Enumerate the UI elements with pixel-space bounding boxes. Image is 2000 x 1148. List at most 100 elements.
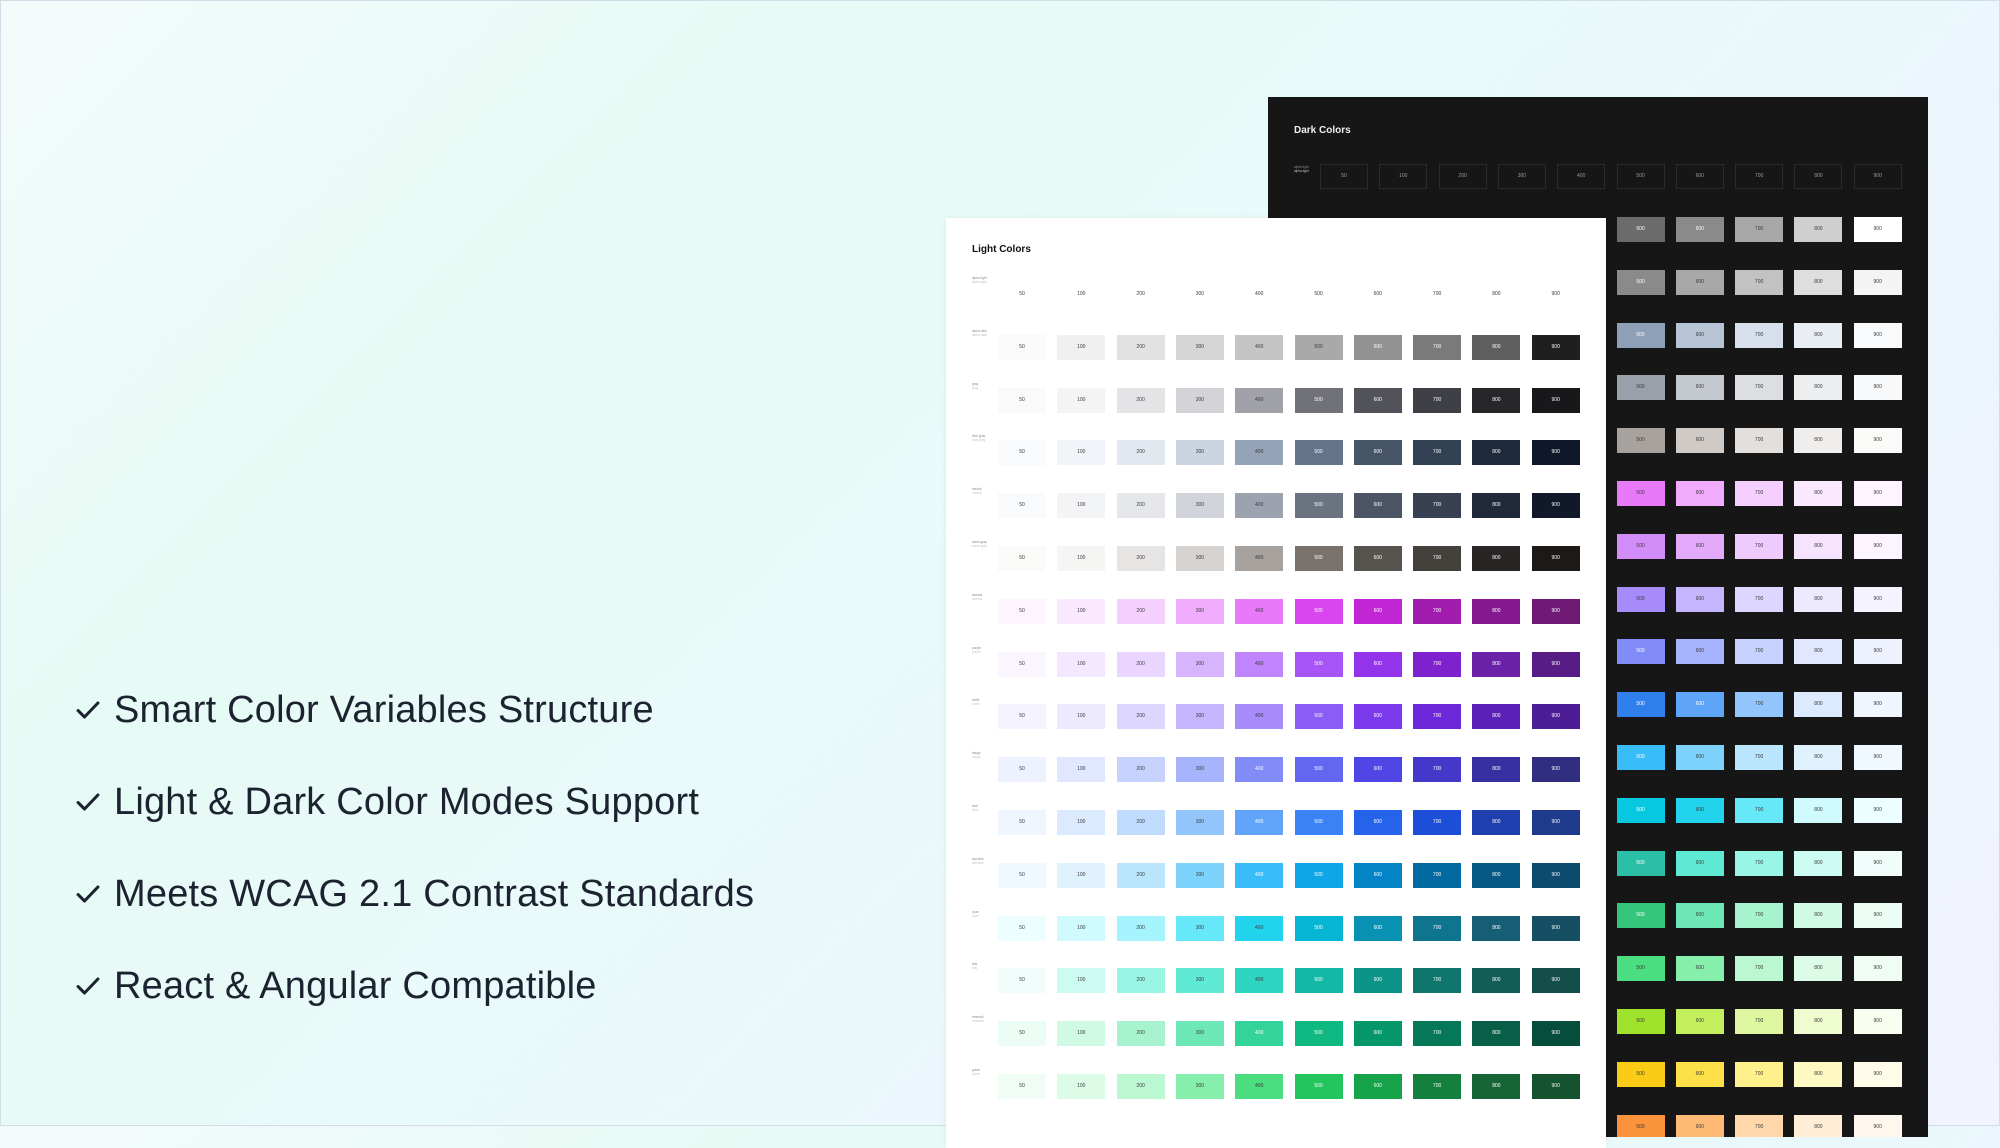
light-color-swatch: 800 — [1472, 282, 1521, 307]
light-color-swatch: 400 — [1235, 387, 1284, 413]
light-color-swatch: 50 — [998, 704, 1046, 730]
dark-color-swatch: 900 — [1853, 533, 1902, 559]
dark-color-swatch: 900 — [1853, 745, 1902, 770]
dark-color-swatch: 800 — [1794, 1009, 1843, 1034]
dark-alpha-swatch: 200 — [1438, 164, 1487, 189]
light-color-swatch: 100 — [1057, 387, 1106, 413]
checkmark-icon — [76, 793, 100, 811]
row-label: blue blue — [972, 804, 978, 812]
light-color-swatch: 300 — [1175, 651, 1224, 677]
light-color-swatch: 700 — [1413, 968, 1462, 994]
light-color-swatch: 400 — [1235, 651, 1284, 677]
row-label: emerald emerald — [972, 1015, 984, 1023]
light-color-swatch: 700 — [1413, 651, 1462, 677]
light-color-swatch: 100 — [1057, 493, 1106, 519]
light-color-swatch: 200 — [1116, 862, 1165, 888]
light-color-swatch: 900 — [1531, 282, 1580, 307]
light-color-swatch: 50 — [998, 1021, 1046, 1047]
light-color-swatch: 300 — [1175, 387, 1224, 413]
dark-color-swatch: 900 — [1853, 481, 1902, 506]
light-color-swatch: 100 — [1057, 968, 1106, 994]
light-color-swatch: 200 — [1116, 915, 1165, 941]
light-color-swatch: 500 — [1294, 334, 1343, 360]
light-color-swatch: 500 — [1294, 651, 1343, 677]
dark-color-swatch: 700 — [1735, 956, 1784, 982]
dark-color-swatch: 500 — [1616, 692, 1665, 718]
light-color-swatch: 800 — [1472, 651, 1521, 677]
light-color-swatch: 400 — [1235, 915, 1284, 941]
row-label: indigo indigo — [972, 751, 981, 759]
light-color-swatch: 200 — [1116, 334, 1165, 360]
feature-label: Meets WCAG 2.1 Contrast Standards — [114, 872, 755, 915]
row-label: purple purple — [972, 646, 981, 654]
dark-color-swatch: 600 — [1675, 217, 1724, 242]
dark-color-swatch: 800 — [1794, 745, 1843, 770]
dark-color-swatch: 800 — [1794, 639, 1843, 665]
light-color-swatch: 300 — [1175, 862, 1224, 888]
row-label-token: cyan — [972, 913, 979, 918]
dark-color-swatch: 800 — [1794, 322, 1843, 348]
light-color-swatch: 500 — [1294, 1021, 1343, 1047]
light-color-swatch: 800 — [1472, 1074, 1521, 1099]
row-label-token: fuchsia — [972, 596, 983, 601]
light-color-swatch: 300 — [1175, 334, 1224, 360]
light-color-swatch: 100 — [1057, 1074, 1106, 1099]
light-color-swatch: 600 — [1353, 968, 1402, 994]
light-color-swatch: 500 — [1294, 440, 1343, 466]
light-color-swatch: 600 — [1353, 440, 1402, 466]
light-color-swatch: 900 — [1531, 1021, 1580, 1047]
row-label-token: alpha-light — [1294, 169, 1309, 173]
dark-color-swatch: 500 — [1616, 533, 1665, 559]
dark-alpha-swatch: 800 — [1794, 164, 1843, 189]
light-color-swatch: 800 — [1472, 810, 1521, 835]
dark-color-swatch: 800 — [1794, 428, 1843, 454]
light-color-swatch: 400 — [1235, 1021, 1284, 1047]
dark-color-swatch: 900 — [1853, 903, 1902, 929]
dark-color-swatch: 600 — [1675, 745, 1724, 770]
dark-alpha-swatch: 100 — [1379, 164, 1428, 189]
light-color-swatch: 500 — [1294, 598, 1343, 624]
light-color-swatch: 200 — [1116, 757, 1165, 783]
light-color-swatch: 600 — [1353, 546, 1402, 571]
light-color-swatch: 800 — [1472, 862, 1521, 888]
dark-color-swatch: 800 — [1794, 956, 1843, 982]
light-color-swatch: 600 — [1353, 810, 1402, 835]
light-color-swatch: 800 — [1472, 1021, 1521, 1047]
dark-color-swatch: 500 — [1616, 956, 1665, 982]
light-color-swatch: 700 — [1413, 1074, 1462, 1099]
light-color-swatch: 100 — [1057, 334, 1106, 360]
dark-color-swatch: 500 — [1616, 586, 1665, 612]
dark-color-swatch: 900 — [1853, 1009, 1902, 1034]
feature-label: React & Angular Compatible — [114, 964, 597, 1007]
light-color-swatch: 800 — [1472, 440, 1521, 466]
light-color-swatch: 400 — [1235, 757, 1284, 783]
dark-color-swatch: 500 — [1616, 745, 1665, 770]
dark-color-swatch: 800 — [1794, 533, 1843, 559]
dark-color-swatch: 500 — [1616, 375, 1665, 401]
dark-alpha-swatch: 700 — [1735, 164, 1784, 189]
light-color-swatch: 400 — [1235, 810, 1284, 835]
light-color-swatch: 100 — [1057, 546, 1106, 571]
light-color-swatch: 300 — [1175, 440, 1224, 466]
dark-color-swatch: 900 — [1853, 1061, 1902, 1087]
dark-color-swatch: 500 — [1616, 269, 1665, 295]
light-color-swatch: 400 — [1235, 1074, 1284, 1099]
light-color-swatch: 100 — [1057, 862, 1106, 888]
light-color-swatch: 500 — [1294, 282, 1343, 307]
row-label: neutral neutral — [972, 487, 982, 495]
light-color-swatch: 50 — [998, 651, 1046, 677]
light-color-swatch: 900 — [1531, 387, 1580, 413]
light-color-swatch: 100 — [1057, 440, 1106, 466]
dark-color-swatch: 500 — [1616, 322, 1665, 348]
light-color-swatch: 200 — [1116, 968, 1165, 994]
light-color-swatch: 300 — [1175, 598, 1224, 624]
dark-alpha-swatch: 600 — [1675, 164, 1724, 189]
light-color-swatch: 200 — [1116, 598, 1165, 624]
light-color-swatch: 900 — [1531, 546, 1580, 571]
dark-color-swatch: 600 — [1675, 1061, 1724, 1087]
feature-label: Light & Dark Color Modes Support — [114, 780, 700, 823]
light-color-swatch: 200 — [1116, 651, 1165, 677]
light-color-swatch: 600 — [1353, 598, 1402, 624]
feature-list: Smart Color Variables Structure Light & D… — [74, 664, 754, 1032]
light-color-swatch: 700 — [1413, 493, 1462, 519]
